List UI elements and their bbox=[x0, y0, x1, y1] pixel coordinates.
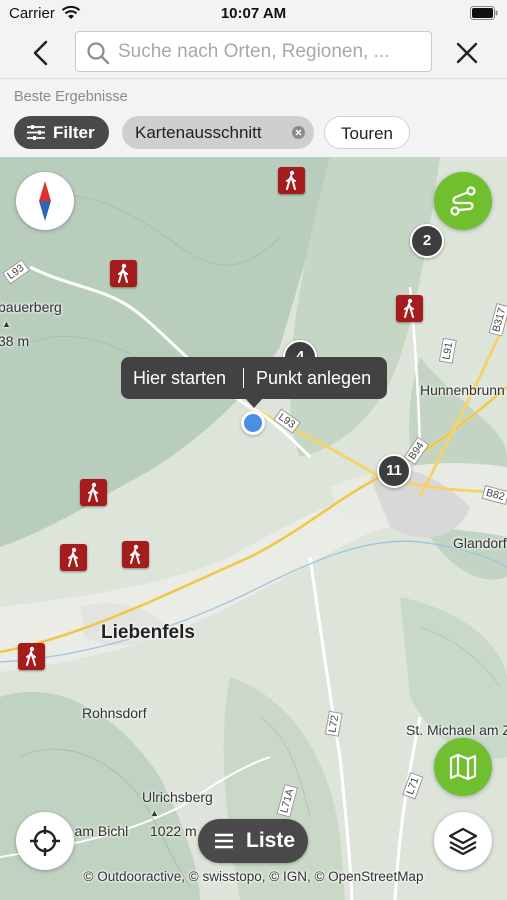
poi-cluster[interactable]: 2 bbox=[410, 224, 444, 258]
hiker-icon bbox=[130, 544, 140, 564]
hiker-icon bbox=[404, 298, 414, 318]
poi-marker[interactable] bbox=[80, 479, 107, 506]
place-label-bauerberg: bauerberg bbox=[0, 299, 62, 315]
place-label-liebenfels: Liebenfels bbox=[101, 622, 195, 643]
poi-marker[interactable] bbox=[278, 167, 305, 194]
poi-marker[interactable] bbox=[110, 260, 137, 287]
poi-marker[interactable] bbox=[18, 643, 45, 670]
add-point-button[interactable]: Punkt anlegen bbox=[256, 357, 371, 399]
place-elevation-bauerberg: 38 m bbox=[0, 333, 30, 349]
filter-chip[interactable]: Filter bbox=[14, 116, 109, 149]
results-bar: Beste Ergebnisse Filter Kartenausschnitt… bbox=[0, 78, 507, 157]
remove-chip-icon[interactable] bbox=[292, 126, 305, 139]
selected-location-marker[interactable] bbox=[241, 411, 265, 435]
search-input[interactable] bbox=[118, 33, 423, 70]
list-view-button[interactable]: Liste bbox=[198, 819, 308, 863]
my-location-button[interactable] bbox=[16, 812, 74, 870]
back-button[interactable] bbox=[26, 38, 56, 68]
tours-chip-label: Touren bbox=[341, 124, 393, 143]
start-here-button[interactable]: Hier starten bbox=[133, 357, 226, 399]
compass-icon bbox=[39, 181, 51, 221]
results-label: Beste Ergebnisse bbox=[14, 89, 128, 105]
search-header bbox=[0, 28, 507, 78]
map-context-popup: Hier starten Punkt anlegen bbox=[121, 357, 387, 408]
place-label-st-michael: St. Michael am Zoll bbox=[406, 722, 507, 738]
battery-icon bbox=[470, 6, 498, 20]
tours-chip[interactable]: Touren bbox=[324, 116, 410, 149]
place-label-feldkirchen: r am Bichl bbox=[66, 823, 129, 839]
route-planner-button[interactable] bbox=[434, 172, 492, 230]
map-view[interactable]: bauerberg ▲ 38 m Hunnenbrunn Glandorf Li… bbox=[0, 157, 507, 900]
close-button[interactable] bbox=[452, 38, 482, 68]
status-bar: Carrier 10:07 AM bbox=[0, 0, 507, 28]
place-elevation-ulrichsberg: 1022 m bbox=[150, 823, 197, 839]
popup-divider bbox=[243, 368, 244, 388]
compass-button[interactable] bbox=[16, 172, 74, 230]
peak-icon: ▲ bbox=[150, 808, 159, 818]
map-attribution: © Outdooractive, © swisstopo, © IGN, © O… bbox=[83, 869, 424, 884]
hiker-icon bbox=[118, 263, 128, 283]
place-label-rohnsdorf: Rohnsdorf bbox=[82, 705, 147, 721]
search-icon bbox=[87, 42, 110, 65]
layers-button[interactable] bbox=[434, 812, 492, 870]
list-view-label: Liste bbox=[246, 829, 296, 852]
clock: 10:07 AM bbox=[220, 5, 287, 22]
poi-cluster[interactable]: 11 bbox=[377, 454, 411, 488]
hiker-icon bbox=[26, 646, 36, 666]
place-label-glandorf: Glandorf bbox=[453, 535, 507, 551]
hiker-icon bbox=[286, 170, 296, 190]
peak-icon: ▲ bbox=[2, 319, 11, 329]
search-box[interactable] bbox=[75, 31, 432, 72]
place-label-hunnenbrunn: Hunnenbrunn bbox=[420, 382, 505, 398]
route-icon bbox=[450, 186, 476, 216]
sliders-icon bbox=[27, 125, 45, 140]
list-icon bbox=[215, 833, 233, 849]
map-section-chip[interactable]: Kartenausschnitt bbox=[122, 116, 314, 149]
place-label-ulrichsberg: Ulrichsberg bbox=[142, 789, 213, 805]
hiker-icon bbox=[88, 482, 98, 502]
poi-marker[interactable] bbox=[122, 541, 149, 568]
chevron-left-icon bbox=[33, 40, 48, 66]
hiker-icon bbox=[68, 547, 78, 567]
popup-tail bbox=[245, 398, 263, 408]
crosshair-icon bbox=[30, 826, 60, 856]
map-terrain bbox=[0, 157, 507, 900]
maps-button[interactable] bbox=[434, 738, 492, 796]
map-icon bbox=[449, 753, 477, 781]
close-icon bbox=[456, 42, 478, 64]
map-section-chip-label: Kartenausschnitt bbox=[135, 123, 262, 142]
poi-marker[interactable] bbox=[60, 544, 87, 571]
poi-marker[interactable] bbox=[396, 295, 423, 322]
layers-icon bbox=[448, 827, 478, 855]
filter-chip-label: Filter bbox=[53, 123, 95, 142]
